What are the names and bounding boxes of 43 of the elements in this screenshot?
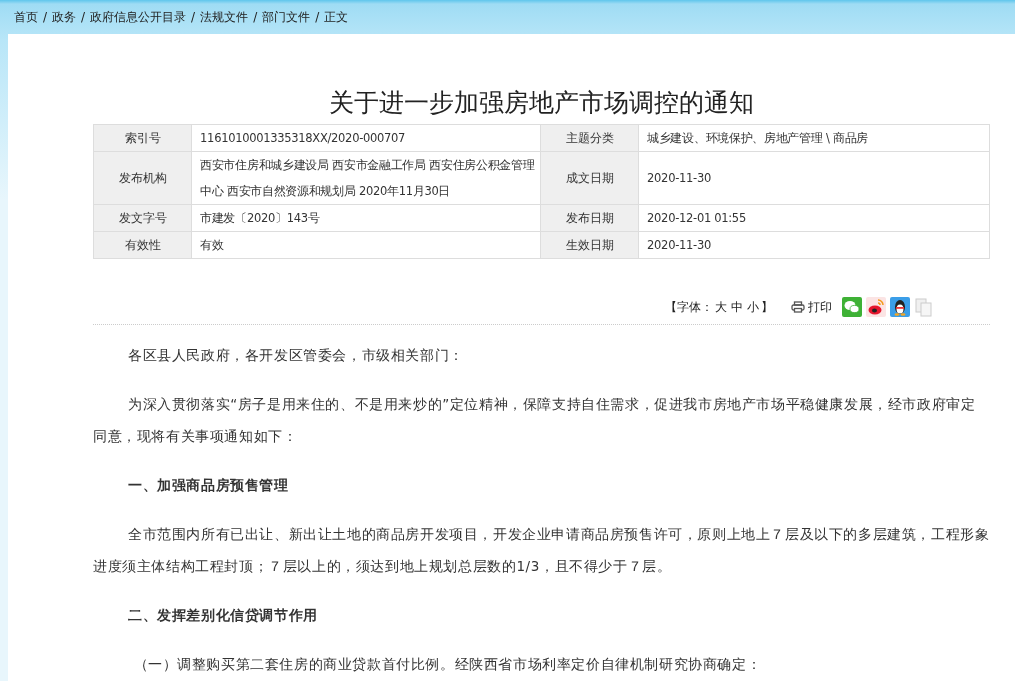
font-size-link[interactable]: 中 bbox=[731, 299, 743, 315]
font-size-link[interactable]: 小 bbox=[747, 299, 759, 315]
table-cell: 西安市住房和城乡建设局 西安市金融工作局 西安住房公积金管理中心 西安市自然资源和规划局 2020年11月30日 bbox=[191, 151, 541, 205]
body-paragraph: 为深入贯彻落实“房子是用来住的、不是用来炒的”定位精神，保障支持自住需求，促进我市房地产市场平稳健康发展，经市政府审定同意，现将有关事项通知如下： bbox=[93, 395, 977, 446]
breadcrumb-link[interactable]: 法规文件 bbox=[200, 8, 249, 26]
table-cell: 索引号 bbox=[93, 124, 192, 152]
section-heading: 一、加强商品房预售管理 bbox=[127, 476, 290, 495]
table-cell: 市建发〔2020〕143号 bbox=[191, 204, 541, 232]
breadcrumb-separator: / bbox=[81, 10, 86, 24]
breadcrumb-separator: / bbox=[191, 10, 196, 24]
table-cell: 2020-11-30 bbox=[638, 151, 990, 205]
font-size-link[interactable]: 大 bbox=[715, 299, 727, 315]
breadcrumb-separator: / bbox=[315, 10, 320, 24]
table-cell: 2020-12-01 01:55 bbox=[638, 204, 990, 232]
table-cell: 发布日期 bbox=[540, 204, 639, 232]
table-cell: 主题分类 bbox=[540, 124, 639, 152]
table-cell: 发文字号 bbox=[93, 204, 192, 232]
article-title: 关于进一步加强房地产市场调控的通知 bbox=[328, 87, 755, 119]
breadcrumb-link[interactable]: 部门文件 bbox=[262, 8, 311, 26]
breadcrumb-link[interactable]: 政务 bbox=[52, 8, 77, 26]
table-cell: 2020-11-30 bbox=[638, 231, 990, 259]
breadcrumb-link[interactable]: 首页 bbox=[14, 8, 38, 26]
font-size-label: 【字体： bbox=[665, 299, 713, 315]
body-paragraph: 各区县人民政府，各开发区管委会，市级相关部门： bbox=[127, 346, 465, 365]
print-link[interactable]: 打印 bbox=[791, 299, 832, 315]
table-cell: 成文日期 bbox=[540, 151, 639, 205]
table-cell: 有效 bbox=[191, 231, 541, 259]
table-cell: 城乡建设、环境保护、房地产管理 \ 商品房 bbox=[638, 124, 990, 152]
table-cell: 1161010001335318XX/2020-000707 bbox=[191, 124, 541, 152]
penguin-icon[interactable] bbox=[890, 297, 910, 317]
table-cell: 发布机构 bbox=[93, 151, 192, 205]
table-cell: 生效日期 bbox=[540, 231, 639, 259]
printer-icon bbox=[791, 301, 805, 313]
breadcrumb-separator: / bbox=[253, 10, 258, 24]
breadcrumb-link[interactable]: 政府信息公开目录 bbox=[90, 8, 187, 26]
breadcrumb-separator: / bbox=[43, 10, 48, 24]
font-size-bracket: 】 bbox=[761, 299, 773, 315]
section-heading: 二、发挥差别化信贷调节作用 bbox=[127, 606, 319, 625]
body-paragraph: 全市范围内所有已出让、新出让土地的商品房开发项目，开发企业申请商品房预售许可，原则上地上７层及以下的多层建筑，工程形象进度须主体结构工程封顶；７层以上的，须达到地上规划总层数的1/3，且不得少于７层。 bbox=[93, 525, 990, 576]
weibo-eye-icon[interactable] bbox=[866, 297, 886, 317]
body-paragraph: （一）调整购买第二套住房的商业贷款首付比例。经陕西省市场利率定价自律机制研究协商确定： bbox=[132, 655, 763, 674]
table-cell: 有效性 bbox=[93, 231, 192, 259]
breadcrumb-link[interactable]: 正文 bbox=[324, 8, 349, 26]
